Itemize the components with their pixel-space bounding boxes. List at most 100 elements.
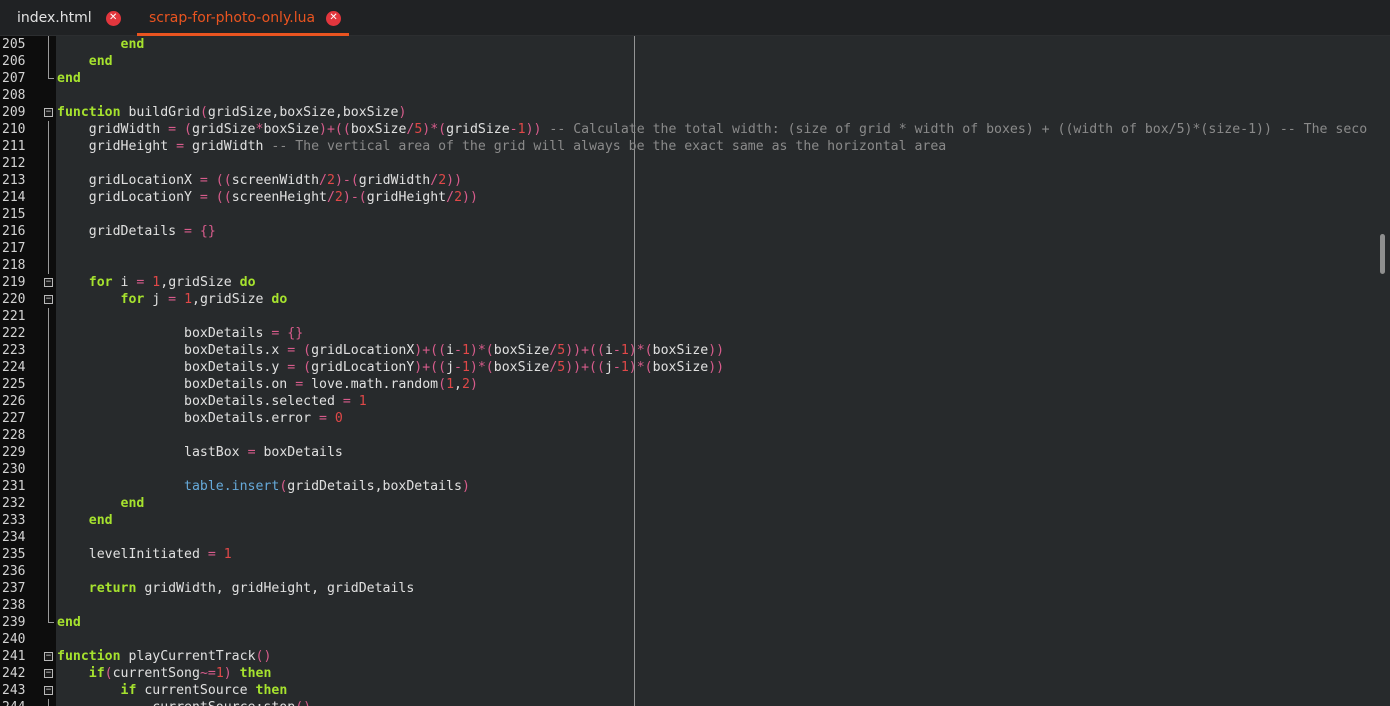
fold-guide xyxy=(48,444,49,461)
line-number: 213 xyxy=(2,173,26,188)
code-token: 0 xyxy=(326,411,343,426)
code-line[interactable]: 217 xyxy=(0,240,1378,257)
line-code: gridDetails = {} xyxy=(57,223,216,240)
code-line[interactable]: 229 lastBox = boxDetails xyxy=(0,444,1378,461)
code-line[interactable]: 214 gridLocationY = ((screenHeight/2)-(g… xyxy=(0,189,1378,206)
code-line[interactable]: 218 xyxy=(0,257,1378,274)
code-token: = xyxy=(207,547,216,562)
code-line[interactable]: 216 gridDetails = {} xyxy=(0,223,1378,240)
line-number: 232 xyxy=(2,496,26,511)
code-token: i xyxy=(112,275,137,290)
code-line[interactable]: 223 boxDetails.x = (gridLocationX)+((i-1… xyxy=(0,342,1378,359)
code-token: ))+(( xyxy=(565,360,605,375)
code-line[interactable]: 221 xyxy=(0,308,1378,325)
code-line[interactable]: 222 boxDetails = {} xyxy=(0,325,1378,342)
code-line[interactable]: 230 xyxy=(0,461,1378,478)
code-line[interactable]: 210 gridWidth = (gridSize*boxSize)+((box… xyxy=(0,121,1378,138)
code-line[interactable]: 232 end xyxy=(0,495,1378,512)
code-line[interactable]: 212 xyxy=(0,155,1378,172)
code-line[interactable]: 234 xyxy=(0,529,1378,546)
code-line[interactable]: 228 xyxy=(0,427,1378,444)
code-line[interactable]: 242 − if(currentSong~=1) then xyxy=(0,665,1378,682)
code-token: ) xyxy=(469,377,478,392)
code-token: 1 xyxy=(461,360,470,375)
vertical-scrollbar-thumb[interactable] xyxy=(1380,234,1385,274)
code-line[interactable]: 240 xyxy=(0,631,1378,648)
code-line[interactable]: 208 xyxy=(0,87,1378,104)
code-token: 1 xyxy=(215,547,232,562)
code-line[interactable]: 236 xyxy=(0,563,1378,580)
fold-guide xyxy=(48,580,49,597)
code-line[interactable]: 207 end xyxy=(0,70,1378,87)
line-number: 226 xyxy=(2,394,26,409)
code-line[interactable]: 235 levelInitiated = 1 xyxy=(0,546,1378,563)
code-token: end xyxy=(57,513,113,528)
code-token: gridDetails,boxDetails xyxy=(287,479,462,494)
line-number: 238 xyxy=(2,598,26,613)
code-token: gridDetails xyxy=(57,224,185,239)
code-line[interactable]: 211 gridHeight = gridWidth -- The vertic… xyxy=(0,138,1378,155)
line-number: 224 xyxy=(2,360,26,375)
code-line[interactable]: 209 − function buildGrid(gridSize,boxSize,… xyxy=(0,104,1378,121)
code-line[interactable]: 231 table.insert(gridDetails,boxDetails) xyxy=(0,478,1378,495)
fold-guide xyxy=(48,478,49,495)
code-line[interactable]: 225 boxDetails.on = love.math.random(1,2… xyxy=(0,376,1378,393)
code-token: / xyxy=(326,190,335,205)
close-tab-icon[interactable]: ✕ xyxy=(326,10,342,26)
code-line[interactable]: 241 − function playCurrentTrack() xyxy=(0,648,1378,665)
fold-toggle-icon[interactable]: − xyxy=(44,669,53,678)
code-token: = xyxy=(168,292,177,307)
code-token: )) xyxy=(446,173,463,188)
code-line[interactable]: 237 return gridWidth, gridHeight, gridDe… xyxy=(0,580,1378,597)
code-token: = xyxy=(319,411,327,426)
code-line[interactable]: 239 end xyxy=(0,614,1378,631)
tab-scrap-for-photo-only-lua[interactable]: scrap-for-photo-only.lua ✕ xyxy=(137,0,349,36)
code-token: = {} xyxy=(271,326,304,341)
code-token: )-( xyxy=(342,190,367,205)
fold-guide xyxy=(48,325,49,342)
code-token: 1 xyxy=(350,394,367,409)
line-number: 220 xyxy=(2,292,26,307)
fold-toggle-icon[interactable]: − xyxy=(44,686,53,695)
code-line[interactable]: 243 − if currentSource then xyxy=(0,682,1378,699)
code-token: )) xyxy=(708,343,725,358)
fold-toggle-icon[interactable]: − xyxy=(44,295,53,304)
code-line[interactable]: 219 − for i = 1,gridSize do xyxy=(0,274,1378,291)
line-code: boxDetails = {} xyxy=(57,325,303,342)
code-line[interactable]: 238 xyxy=(0,597,1378,614)
line-number: 225 xyxy=(2,377,26,392)
code-line[interactable]: 215 xyxy=(0,206,1378,223)
code-line[interactable]: 213 gridLocationX = ((screenWidth/2)-(gr… xyxy=(0,172,1378,189)
code-editor[interactable]: 205 end 206 end 207 end 208 209− function buil… xyxy=(0,36,1390,706)
close-tab-icon[interactable]: ✕ xyxy=(105,10,121,26)
code-token: 1 xyxy=(446,377,455,392)
code-token: 2 xyxy=(461,377,470,392)
line-code: end xyxy=(57,53,113,70)
code-token: end xyxy=(57,496,145,511)
code-line[interactable]: 227 boxDetails.error = 0 xyxy=(0,410,1378,427)
code-token: ) xyxy=(223,666,232,681)
line-code: end xyxy=(57,495,145,512)
fold-toggle-icon[interactable]: − xyxy=(44,652,53,661)
code-line[interactable]: 226 boxDetails.selected = 1 xyxy=(0,393,1378,410)
code-token: currentSource:stop xyxy=(57,700,295,706)
fold-toggle-icon[interactable]: − xyxy=(44,278,53,287)
line-number: 211 xyxy=(2,139,26,154)
fold-toggle-icon[interactable]: − xyxy=(44,108,53,117)
code-token: for xyxy=(57,275,113,290)
line-number: 233 xyxy=(2,513,26,528)
code-line[interactable]: 206 end xyxy=(0,53,1378,70)
code-line[interactable]: 244 currentSource:stop() xyxy=(0,699,1378,706)
code-line[interactable]: 205 end xyxy=(0,36,1378,53)
fold-guide xyxy=(48,189,49,206)
code-token: = (( xyxy=(199,173,232,188)
tab-index-html[interactable]: index.html ✕ xyxy=(17,0,121,36)
code-line[interactable]: 233 end xyxy=(0,512,1378,529)
code-line[interactable]: 220 − for j = 1,gridSize do xyxy=(0,291,1378,308)
code-line[interactable]: 224 boxDetails.y = (gridLocationY)+((j-1… xyxy=(0,359,1378,376)
line-code: return gridWidth, gridHeight, gridDetail… xyxy=(57,580,415,597)
line-number: 235 xyxy=(2,547,26,562)
code-token: )) xyxy=(525,122,542,137)
code-token: 1 xyxy=(176,292,193,307)
line-number: 230 xyxy=(2,462,26,477)
